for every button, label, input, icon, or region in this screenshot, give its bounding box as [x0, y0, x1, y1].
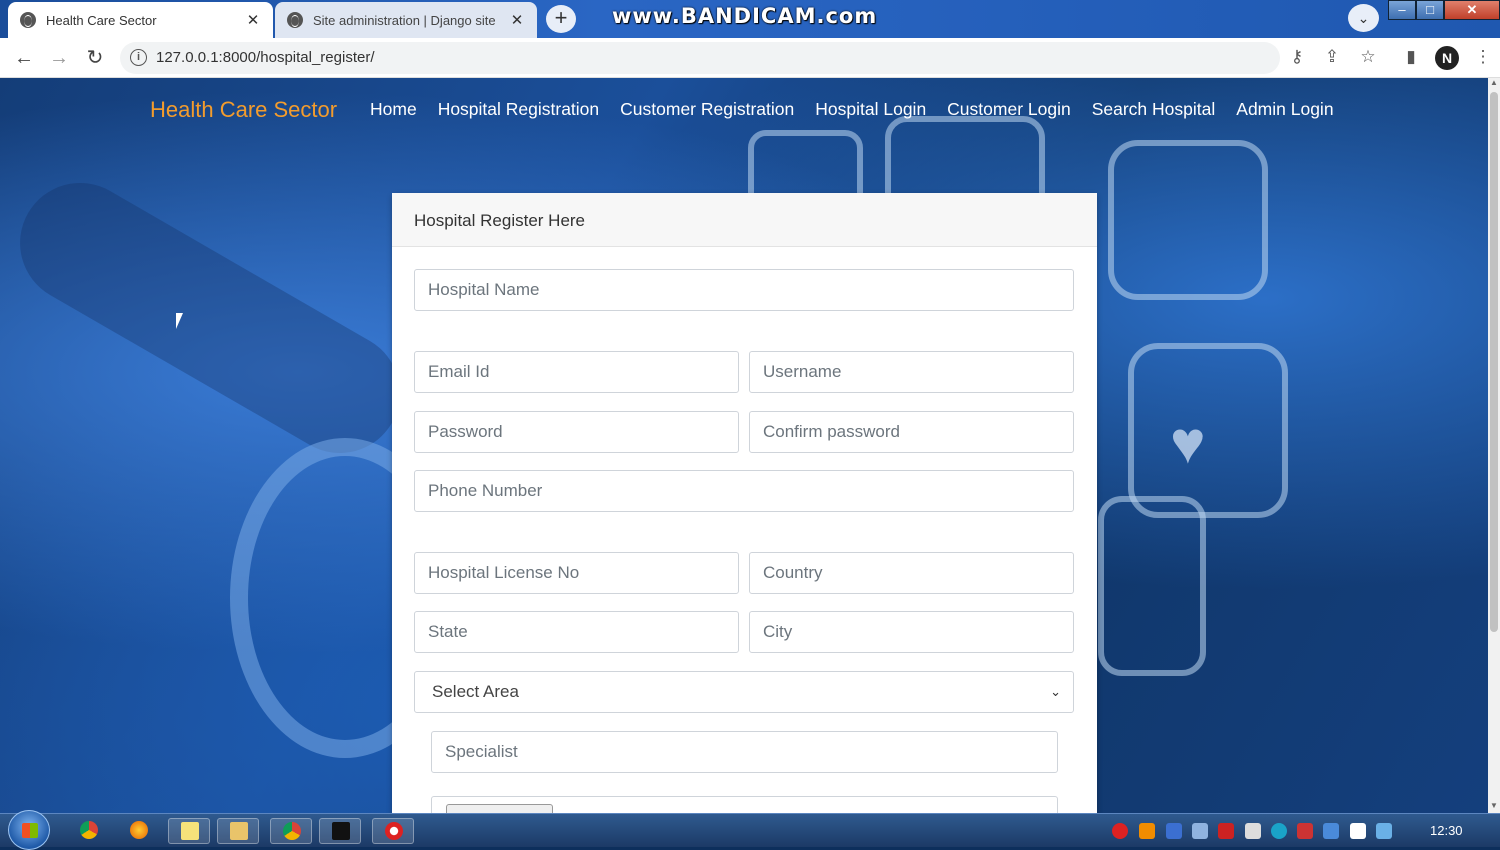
profile-avatar[interactable]: N — [1435, 46, 1459, 70]
side-panel-icon[interactable]: ▮ — [1400, 47, 1422, 67]
specialist-input[interactable]: Specialist — [431, 731, 1058, 773]
scroll-up-icon[interactable]: ▲ — [1488, 78, 1500, 90]
new-tab-button[interactable]: + — [546, 5, 576, 33]
nav-home[interactable]: Home — [370, 99, 417, 120]
hospital-register-card: Hospital Register Here Hospital Name Ema… — [392, 193, 1097, 813]
firefox-taskbar-icon[interactable] — [118, 818, 160, 844]
file-upload-field[interactable] — [431, 796, 1058, 813]
close-tab-icon[interactable]: ✕ — [245, 11, 261, 29]
os-taskbar: 12:30 — [0, 810, 1500, 850]
maximize-button[interactable]: □ — [1416, 0, 1444, 20]
recording-watermark: www.BANDICAM.com — [612, 4, 878, 28]
username-input[interactable]: Username — [749, 351, 1074, 393]
globe-icon — [287, 12, 303, 28]
forward-icon[interactable]: → — [48, 47, 70, 69]
explorer-taskbar-icon[interactable] — [217, 818, 259, 844]
tab-health-care-sector[interactable]: Health Care Sector ✕ — [8, 2, 273, 38]
site-info-icon[interactable]: i — [130, 49, 147, 66]
nav-hospital-registration[interactable]: Hospital Registration — [438, 99, 599, 120]
chevron-down-icon: ⌄ — [1050, 684, 1061, 699]
url-text[interactable]: 127.0.0.1:8000/hospital_register/ — [156, 49, 375, 66]
card-title: Hospital Register Here — [392, 193, 1097, 247]
page-viewport: ♥ Health Care Sector Home Hospital Regis… — [0, 78, 1488, 813]
start-button[interactable] — [8, 810, 50, 850]
nav-links: Home Hospital Registration Customer Regi… — [370, 99, 1355, 120]
nav-admin-login[interactable]: Admin Login — [1236, 99, 1333, 120]
background-hexagon — [1128, 343, 1288, 518]
bookmark-star-icon[interactable]: ☆ — [1357, 47, 1379, 67]
globe-icon — [20, 12, 36, 28]
security-tray-icon[interactable] — [1218, 823, 1234, 839]
menu-dots-icon[interactable]: ⋮ — [1472, 47, 1494, 67]
volume-tray-icon[interactable] — [1245, 823, 1261, 839]
city-input[interactable]: City — [749, 611, 1074, 653]
choose-file-button[interactable] — [446, 804, 553, 813]
cmd-taskbar-icon[interactable] — [319, 818, 361, 844]
page-scrollbar[interactable]: ▲ ▼ — [1488, 78, 1500, 813]
country-input[interactable]: Country — [749, 552, 1074, 594]
tab-django-admin[interactable]: Site administration | Django site ✕ — [275, 2, 537, 38]
xampp-tray-icon[interactable] — [1139, 823, 1155, 839]
taskbar-clock[interactable]: 12:30 — [1430, 823, 1463, 838]
record-tray-icon[interactable] — [1112, 823, 1128, 839]
area-select[interactable]: Select Area ⌄ — [414, 671, 1074, 713]
share-icon[interactable]: ⇪ — [1321, 47, 1343, 67]
address-bar: ← → ↻ i 127.0.0.1:8000/hospital_register… — [0, 38, 1500, 78]
nav-search-hospital[interactable]: Search Hospital — [1092, 99, 1216, 120]
heart-icon: ♥ — [1170, 409, 1206, 476]
bandicam-taskbar-icon[interactable] — [372, 818, 414, 844]
key-icon[interactable]: ⚷ — [1286, 47, 1308, 67]
nav-hospital-login[interactable]: Hospital Login — [815, 99, 926, 120]
stethoscope-tube — [0, 161, 422, 475]
minimize-button[interactable]: – — [1388, 0, 1416, 20]
flag-tray-icon[interactable] — [1350, 823, 1366, 839]
window-controls: – □ ✕ — [1388, 0, 1500, 20]
network-tray-icon[interactable] — [1192, 823, 1208, 839]
back-icon[interactable]: ← — [13, 47, 35, 69]
tab-title: Health Care Sector — [46, 12, 157, 28]
confirm-password-input[interactable]: Confirm password — [749, 411, 1074, 453]
scroll-down-icon[interactable]: ▼ — [1488, 801, 1500, 813]
bluetooth-tray-icon[interactable] — [1166, 823, 1182, 839]
state-input[interactable]: State — [414, 611, 739, 653]
sync-tray-icon[interactable] — [1323, 823, 1339, 839]
hospital-license-input[interactable]: Hospital License No — [414, 552, 739, 594]
tab-search-button[interactable]: ⌄ — [1348, 4, 1379, 32]
close-window-button[interactable]: ✕ — [1444, 0, 1500, 20]
hospital-name-input[interactable]: Hospital Name — [414, 269, 1074, 311]
chrome-active-taskbar-icon[interactable] — [270, 818, 312, 844]
phone-number-input[interactable]: Phone Number — [414, 470, 1074, 512]
reload-icon[interactable]: ↻ — [84, 47, 106, 69]
background-hexagon — [1098, 496, 1206, 676]
display-tray-icon[interactable] — [1376, 823, 1392, 839]
notepad-taskbar-icon[interactable] — [168, 818, 210, 844]
nav-customer-registration[interactable]: Customer Registration — [620, 99, 794, 120]
update-tray-icon[interactable] — [1271, 823, 1287, 839]
mouse-cursor-icon — [176, 313, 183, 329]
close-tab-icon[interactable]: ✕ — [509, 11, 525, 29]
signal-tray-icon[interactable] — [1297, 823, 1313, 839]
chrome-taskbar-icon[interactable] — [68, 818, 110, 844]
tab-title: Site administration | Django site — [313, 12, 496, 28]
area-select-value: Select Area — [432, 682, 519, 701]
browser-tab-bar: Health Care Sector ✕ Site administration… — [0, 0, 1500, 38]
password-input[interactable]: Password — [414, 411, 739, 453]
scrollbar-thumb[interactable] — [1490, 92, 1498, 632]
nav-customer-login[interactable]: Customer Login — [947, 99, 1071, 120]
site-brand[interactable]: Health Care Sector — [150, 97, 337, 123]
email-input[interactable]: Email Id — [414, 351, 739, 393]
url-field[interactable]: i 127.0.0.1:8000/hospital_register/ — [120, 42, 1280, 74]
site-navbar: Health Care Sector Home Hospital Registr… — [0, 78, 1488, 142]
background-hexagon — [1108, 140, 1268, 300]
